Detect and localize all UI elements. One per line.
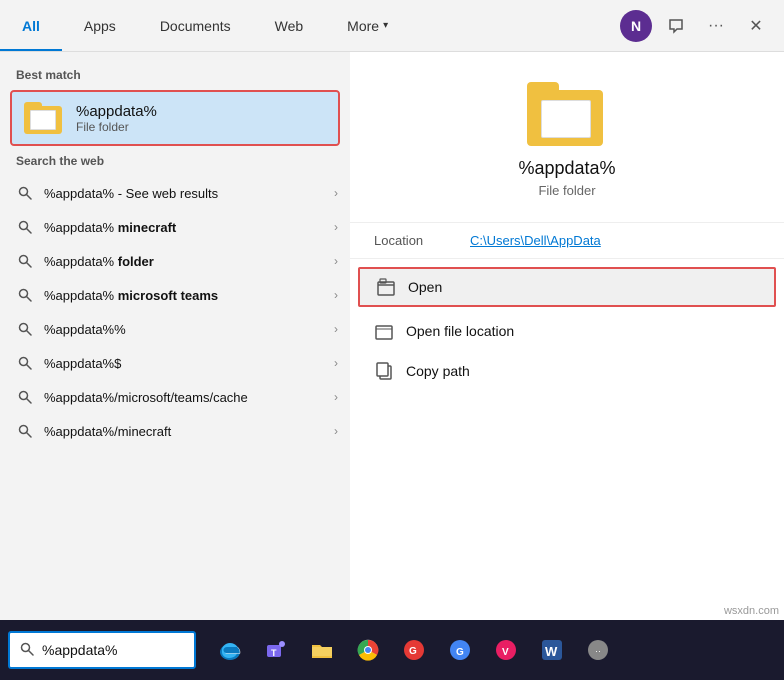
open-file-location-action[interactable]: Open file location bbox=[350, 311, 784, 351]
avatar[interactable]: N bbox=[620, 10, 652, 42]
list-item[interactable]: %appdata% microsoft teams › bbox=[0, 278, 350, 312]
vpn-icon[interactable]: V bbox=[484, 628, 528, 672]
location-value[interactable]: C:\Users\Dell\AppData bbox=[470, 233, 601, 248]
action-list: Open Open file location bbox=[350, 263, 784, 391]
search-item-text: %appdata%% bbox=[44, 322, 324, 337]
svg-text:G: G bbox=[409, 646, 417, 657]
open-label: Open bbox=[408, 279, 442, 295]
result-folder-icon bbox=[527, 82, 607, 146]
more-options-button[interactable]: ··· bbox=[700, 10, 732, 42]
search-icon bbox=[16, 422, 34, 440]
search-item-text: %appdata% folder bbox=[44, 254, 324, 269]
location-label: Location bbox=[374, 233, 454, 248]
chevron-right-icon: › bbox=[334, 254, 338, 268]
search-item-text: %appdata% minecraft bbox=[44, 220, 324, 235]
taskbar-app-icons: T G bbox=[208, 628, 620, 672]
open-icon bbox=[376, 277, 396, 297]
copy-icon bbox=[374, 361, 394, 381]
best-match-title: %appdata% bbox=[76, 103, 157, 120]
list-item[interactable]: %appdata%/minecraft › bbox=[0, 414, 350, 448]
search-item-text: %appdata%/minecraft bbox=[44, 424, 324, 439]
best-match-text: %appdata% File folder bbox=[76, 103, 157, 134]
search-icon bbox=[16, 252, 34, 270]
search-items: %appdata% - See web results › %appdata% … bbox=[0, 176, 350, 448]
word-icon[interactable]: W bbox=[530, 628, 574, 672]
list-item[interactable]: %appdata% - See web results › bbox=[0, 176, 350, 210]
search-item-text: %appdata% - See web results bbox=[44, 186, 324, 201]
search-icon bbox=[16, 218, 34, 236]
search-item-text: %appdata%$ bbox=[44, 356, 324, 371]
left-panel: Best match %appdata% File folder Search … bbox=[0, 52, 350, 620]
taskbar-search-box[interactable]: %appdata% bbox=[8, 631, 196, 669]
list-item[interactable]: %appdata%$ › bbox=[0, 346, 350, 380]
nav-right-controls: N ··· ✕ bbox=[620, 10, 784, 42]
taskbar-search-icon bbox=[20, 642, 34, 659]
chrome-icon[interactable] bbox=[346, 628, 390, 672]
list-item[interactable]: %appdata%% › bbox=[0, 312, 350, 346]
tab-more[interactable]: More ▾ bbox=[325, 0, 410, 51]
search-item-text: %appdata%/microsoft/teams/cache bbox=[44, 390, 324, 405]
teams-icon[interactable]: T bbox=[254, 628, 298, 672]
chevron-down-icon: ▾ bbox=[383, 20, 388, 31]
best-match-label: Best match bbox=[0, 68, 350, 90]
svg-text:T: T bbox=[271, 648, 277, 658]
search-web-label: Search the web bbox=[0, 154, 350, 176]
search-item-text: %appdata% microsoft teams bbox=[44, 288, 324, 303]
taskbar-search-value: %appdata% bbox=[42, 642, 118, 658]
chevron-right-icon: › bbox=[334, 322, 338, 336]
file-location-icon bbox=[374, 321, 394, 341]
list-item[interactable]: %appdata% folder › bbox=[0, 244, 350, 278]
result-subtitle: File folder bbox=[538, 183, 595, 198]
svg-text:W: W bbox=[545, 644, 558, 659]
top-nav: All Apps Documents Web More ▾ N ··· ✕ bbox=[0, 0, 784, 52]
feedback-button[interactable] bbox=[660, 10, 692, 42]
search-icon bbox=[16, 388, 34, 406]
svg-text:G: G bbox=[456, 647, 464, 658]
best-match-item[interactable]: %appdata% File folder bbox=[10, 90, 340, 146]
search-icon bbox=[16, 320, 34, 338]
explorer-icon[interactable] bbox=[300, 628, 344, 672]
svg-text:V: V bbox=[502, 647, 509, 658]
copy-path-action[interactable]: Copy path bbox=[350, 351, 784, 391]
close-button[interactable]: ✕ bbox=[740, 10, 772, 42]
chevron-right-icon: › bbox=[334, 186, 338, 200]
result-title: %appdata% bbox=[518, 158, 615, 179]
main-layout: Best match %appdata% File folder Search … bbox=[0, 52, 784, 620]
tab-web[interactable]: Web bbox=[253, 0, 326, 51]
location-row: Location C:\Users\Dell\AppData bbox=[350, 223, 784, 258]
extra-icon[interactable]: ·· bbox=[576, 628, 620, 672]
list-item[interactable]: %appdata% minecraft › bbox=[0, 210, 350, 244]
mail-icon[interactable]: G bbox=[392, 628, 436, 672]
search-icon bbox=[16, 184, 34, 202]
open-file-location-label: Open file location bbox=[406, 323, 514, 339]
edge-icon[interactable] bbox=[208, 628, 252, 672]
list-item[interactable]: %appdata%/microsoft/teams/cache › bbox=[0, 380, 350, 414]
svg-text:··: ·· bbox=[595, 646, 601, 656]
tab-documents[interactable]: Documents bbox=[138, 0, 253, 51]
folder-icon bbox=[24, 102, 64, 134]
copy-path-label: Copy path bbox=[406, 363, 470, 379]
chevron-right-icon: › bbox=[334, 390, 338, 404]
search-icon bbox=[16, 286, 34, 304]
chevron-right-icon: › bbox=[334, 424, 338, 438]
divider bbox=[350, 258, 784, 259]
tab-all[interactable]: All bbox=[0, 0, 62, 51]
best-match-subtitle: File folder bbox=[76, 120, 157, 134]
google-icon[interactable]: G bbox=[438, 628, 482, 672]
search-icon bbox=[16, 354, 34, 372]
taskbar: %appdata% T bbox=[0, 620, 784, 680]
right-panel: %appdata% File folder Location C:\Users\… bbox=[350, 52, 784, 620]
open-action[interactable]: Open bbox=[358, 267, 776, 307]
watermark: wsxdn.com bbox=[721, 604, 782, 618]
chevron-right-icon: › bbox=[334, 220, 338, 234]
chevron-right-icon: › bbox=[334, 288, 338, 302]
chevron-right-icon: › bbox=[334, 356, 338, 370]
tab-apps[interactable]: Apps bbox=[62, 0, 138, 51]
